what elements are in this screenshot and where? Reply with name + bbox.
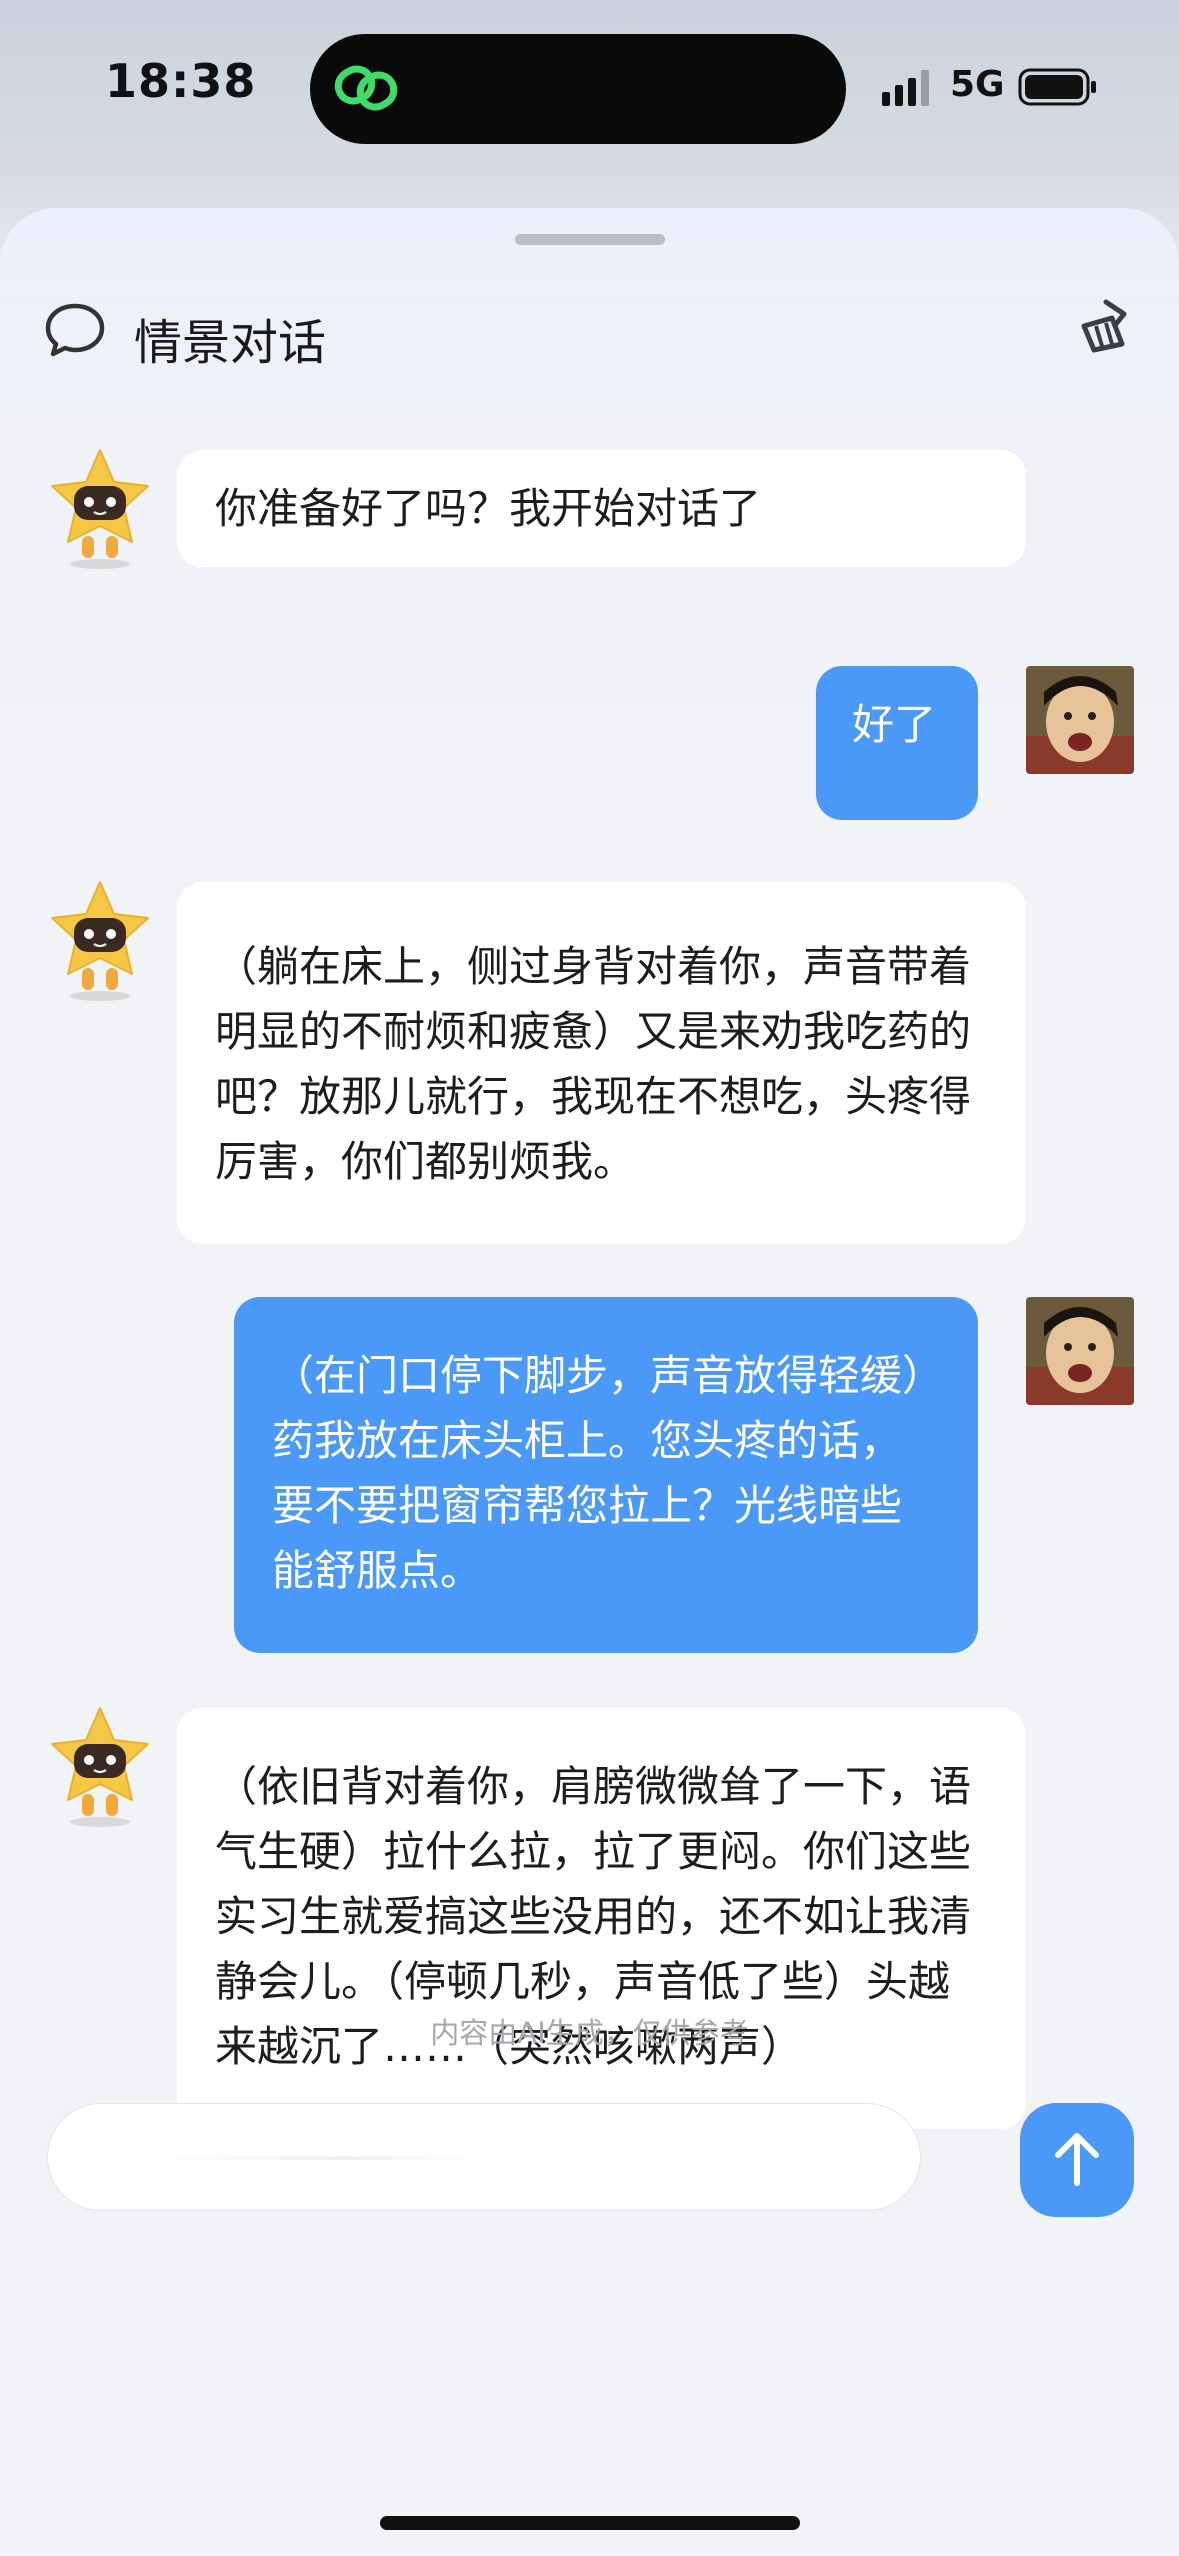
bot-avatar [51,1707,149,1827]
page-title: 情景对话 [134,315,327,371]
ai-disclaimer: 内容由AI生成，仅供参考 [430,2016,749,2050]
user-avatar [1026,1297,1134,1405]
send-button[interactable] [1020,2103,1134,2217]
status-bar: 18:38 5G [0,0,1179,190]
arrow-up-icon [1055,2133,1099,2186]
ai-message-bubble: （依旧背对着你，肩膀微微耸了一下，语气生硬）拉什么拉，拉了更闷。你们这些实习生就… [177,1708,1026,2129]
ai-message-bubble: 你准备好了吗？我开始对话了 [177,450,1026,567]
broom-icon[interactable] [1072,296,1132,356]
ai-message-bubble: （躺在床上，侧过身背对着你，声音带着明显的不耐烦和疲惫）又是来劝我吃药的吧？放那… [177,882,1026,1244]
user-avatar [1026,666,1134,774]
dynamic-island [310,34,846,144]
status-time: 18:38 [105,54,257,108]
home-indicator[interactable] [380,2516,800,2530]
signal-icon [882,70,929,106]
chat-bubble-icon [45,303,105,357]
bot-avatar [51,449,149,569]
sheet-grabber[interactable] [515,234,665,245]
user-avatar-image [1026,666,1134,774]
bot-avatar [51,881,149,1001]
chat-sheet: 情景对话 你准备好了吗？我开始对话了 好了 （躺在床上，侧过身背对着你，声音带着… [0,208,1179,2556]
message-input[interactable] [47,2103,921,2211]
network-label: 5G [950,64,1005,105]
input-hint-line [148,2156,478,2160]
battery-icon [1018,68,1096,106]
user-message-bubble: 好了 [816,666,978,820]
link-logo-icon [334,65,398,111]
user-message-bubble: （在门口停下脚步，声音放得轻缓）药我放在床头柜上。您头疼的话，要不要把窗帘帮您拉… [234,1297,978,1653]
user-avatar-image [1026,1297,1134,1405]
